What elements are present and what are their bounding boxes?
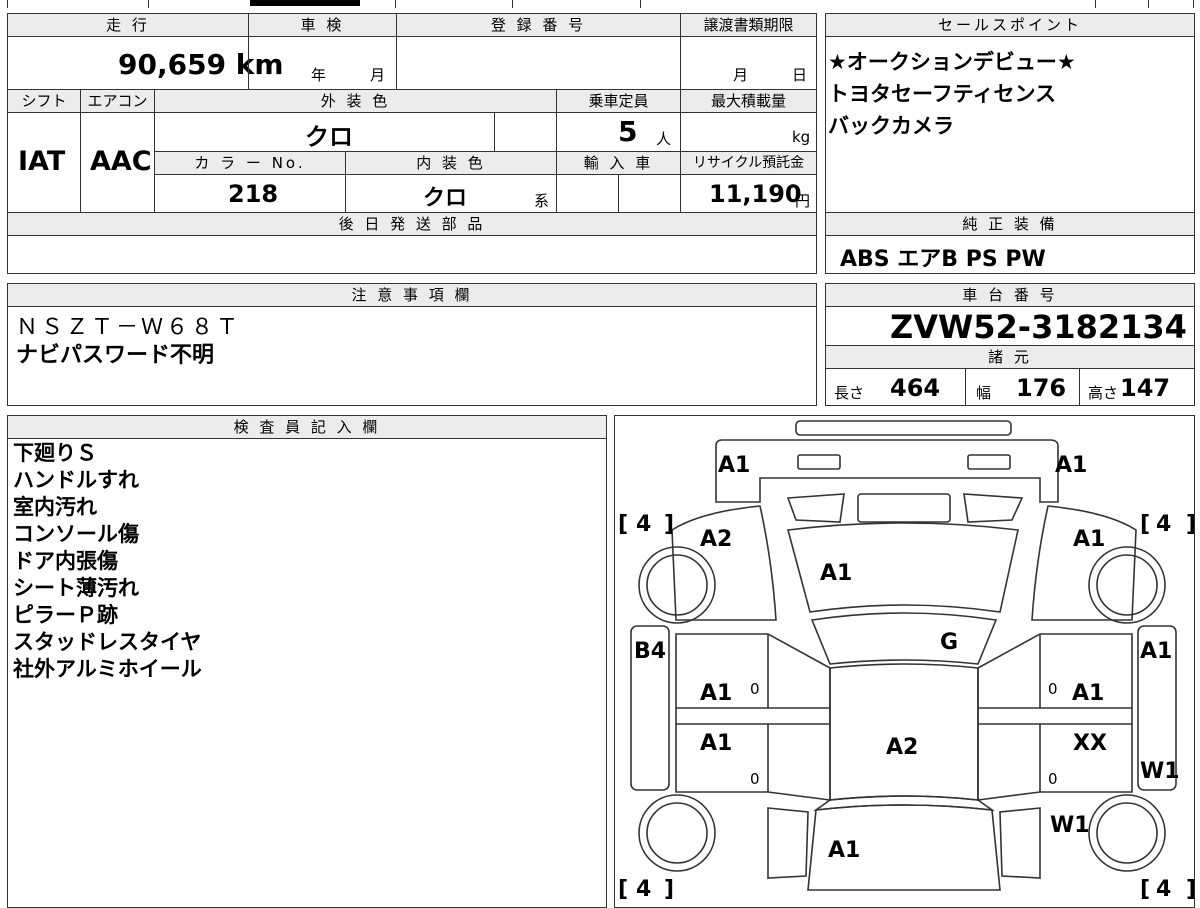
recycle-header: リサイクル預託金 [680, 151, 817, 175]
import-cell-left [556, 174, 619, 213]
import-cell-right [618, 174, 681, 213]
car-diagram: [] [] [] [] 4 4 4 4 A1 A1 A2 A1 A1 G B4 … [618, 420, 1195, 900]
later-parts-header: 後 日 発 送 部 品 [7, 212, 817, 236]
inspector-note: ドア内張傷 [13, 549, 118, 573]
interior-color-value: クロ [423, 186, 468, 211]
sales-points-header: セールスポイント [825, 13, 1195, 37]
specs-header: 諸 元 [825, 345, 1195, 369]
tire-rl-grade: 4 [636, 877, 651, 900]
exterior-color-extra-cell [494, 112, 557, 152]
aircon-header: エアコン [80, 89, 155, 113]
windshield-grade: G [940, 630, 958, 655]
svg-text:[: [ [618, 877, 628, 900]
recycle-value: 11,190 [709, 180, 802, 208]
length-value: 464 [890, 374, 941, 402]
inspector-note: 下廻りＳ [13, 441, 97, 465]
door-rl-grade: A1 [700, 731, 732, 756]
tire-rr-grade: 4 [1156, 877, 1171, 900]
registration-cell [396, 36, 681, 90]
capacity-header: 乗車定員 [556, 89, 681, 113]
registration-header: 登 録 番 号 [396, 13, 681, 37]
chassis-value: ZVW52-3182134 [890, 308, 1187, 346]
svg-text:[: [ [1140, 877, 1150, 900]
quarter-right-grade: W1 [1050, 813, 1090, 838]
inspection-header: 車 検 [248, 13, 397, 37]
svg-text:[: [ [1140, 512, 1150, 537]
length-label: 長さ [834, 384, 865, 402]
mileage-header: 走 行 [7, 13, 249, 37]
inspector-header: 検 査 員 記 入 欄 [7, 415, 607, 439]
interior-suffix: 系 [534, 192, 550, 210]
exterior-color-header: 外 装 色 [154, 89, 557, 113]
inspector-note: 社外アルミホイール [13, 657, 202, 681]
notes-header: 注 意 事 項 欄 [7, 283, 817, 307]
hood-grade: A1 [820, 561, 852, 586]
inspection-month: 月 [370, 66, 386, 84]
shift-value: IAT [18, 146, 66, 177]
inspector-note: 室内汚れ [13, 495, 97, 519]
color-no-header: カ ラ ー No. [154, 151, 346, 175]
door-rl-mark: 0 [750, 770, 760, 788]
chassis-header: 車 台 番 号 [825, 283, 1195, 307]
inspector-note: スタッドレスタイヤ [13, 630, 202, 654]
width-value: 176 [1016, 374, 1067, 402]
genuine-equipment-value: ABS エアB PS PW [840, 247, 1046, 272]
front-right-grade: A1 [1055, 453, 1087, 478]
door-rr-mark: 0 [1048, 770, 1058, 788]
shift-header: シフト [7, 89, 81, 113]
capacity-value: 5 [618, 115, 638, 148]
trunk-grade: A1 [828, 838, 860, 863]
inspector-note: シート薄汚れ [13, 576, 139, 600]
sill-right-grade: W1 [1140, 759, 1180, 784]
sales-points-list: ★オークションデビュー★ トヨタセーフティセンス バックカメラ [828, 46, 1076, 142]
fender-fl-grade: A2 [700, 527, 732, 552]
door-rr-grade: XX [1073, 731, 1107, 756]
door-fl-grade: A1 [700, 681, 732, 706]
door-fl-mark: 0 [750, 680, 760, 698]
tire-fr-grade: 4 [1156, 512, 1171, 537]
interior-color-header: 内 装 色 [345, 151, 557, 175]
max-load-unit: kg [792, 128, 811, 146]
max-load-header: 最大積載量 [680, 89, 817, 113]
genuine-equipment-header: 純 正 装 備 [825, 212, 1195, 236]
height-value: 147 [1120, 374, 1171, 402]
notes-list: ＮＳＺＴ－Ｗ６８Ｔ ナビパスワード不明 [16, 314, 241, 370]
inspector-note: コンソール傷 [13, 522, 139, 546]
inspector-note: ピラーＰ跡 [13, 603, 118, 627]
notes-line: ナビパスワード不明 [16, 343, 215, 368]
top-strip [0, 0, 1200, 8]
aircon-value: AAC [90, 146, 152, 177]
sales-point-item: トヨタセーフティセンス [828, 82, 1057, 106]
inspector-notes-list: 下廻りＳ ハンドルすれ 室内汚れ コンソール傷 ドア内張傷 シート薄汚れ ピラー… [13, 440, 202, 683]
inspection-year: 年 [311, 66, 327, 84]
roof-grade: A2 [886, 735, 918, 760]
fender-fr-grade: A1 [1073, 527, 1105, 552]
svg-text:]: ] [664, 877, 674, 900]
width-label: 幅 [976, 384, 992, 402]
recycle-unit: 円 [795, 192, 811, 210]
pillar-right-grade: A1 [1140, 639, 1172, 664]
sales-point-item: バックカメラ [828, 114, 954, 138]
sales-point-item: ★オークションデビュー★ [828, 50, 1076, 74]
pillar-left-grade: B4 [634, 639, 666, 664]
svg-text:]: ] [664, 512, 674, 537]
svg-text:[: [ [618, 512, 628, 537]
transfer-day: 日 [792, 66, 808, 84]
transfer-month: 月 [733, 66, 749, 84]
import-header: 輸 入 車 [556, 151, 681, 175]
front-left-grade: A1 [718, 453, 750, 478]
transfer-deadline-header: 譲渡書類期限 [680, 13, 817, 37]
door-fr-mark: 0 [1048, 680, 1058, 698]
svg-text:]: ] [1186, 877, 1195, 900]
door-fr-grade: A1 [1072, 681, 1104, 706]
height-label: 高さ [1088, 384, 1119, 402]
svg-text:]: ] [1186, 512, 1195, 537]
inspector-note: ハンドルすれ [13, 468, 139, 492]
tire-fl-grade: 4 [636, 512, 651, 537]
capacity-unit: 人 [656, 130, 672, 148]
notes-line: ＮＳＺＴ－Ｗ６８Ｔ [16, 315, 242, 340]
exterior-color-value: クロ [305, 123, 353, 151]
later-parts-cell [7, 235, 817, 274]
color-no-value: 218 [228, 180, 279, 208]
